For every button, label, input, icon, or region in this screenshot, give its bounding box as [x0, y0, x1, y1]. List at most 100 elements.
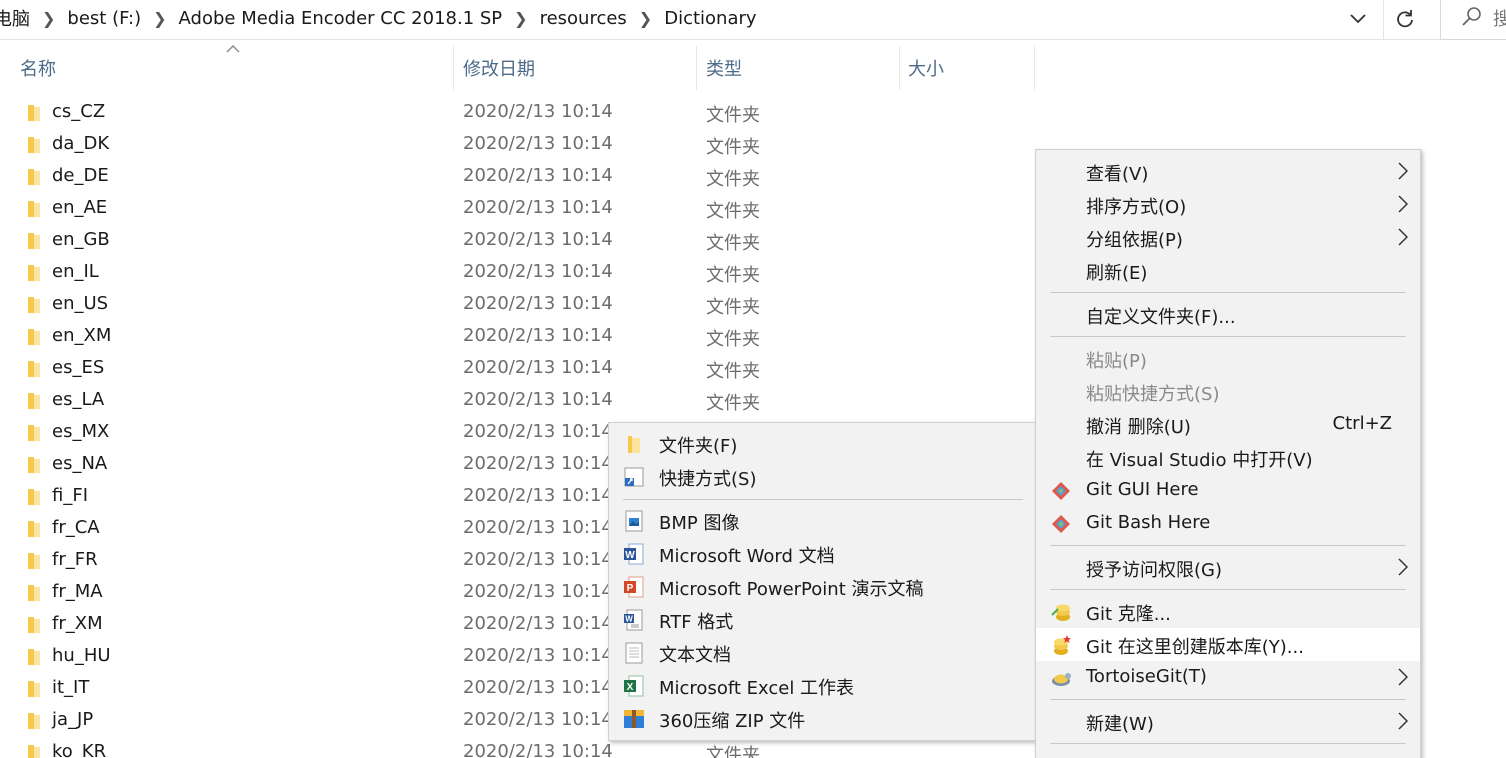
- column-divider[interactable]: [696, 46, 697, 90]
- new-powerpoint-item[interactable]: P Microsoft PowerPoint 演示文稿: [609, 570, 1037, 603]
- file-name: fr_XM: [52, 613, 103, 634]
- menu-item-refresh[interactable]: 刷新(E): [1036, 254, 1420, 287]
- search-icon: [1462, 7, 1481, 26]
- search-input[interactable]: 搜: [1440, 0, 1506, 40]
- new-bmp-label: BMP 图像: [659, 513, 740, 534]
- new-zip-item[interactable]: 360压缩 ZIP 文件: [609, 702, 1037, 735]
- breadcrumb-folder-dictionary[interactable]: Dictionary: [660, 8, 760, 29]
- menu-item-git-gui[interactable]: Git GUI Here: [1036, 474, 1420, 507]
- menu-item-sort-label: 排序方式(O): [1086, 197, 1187, 218]
- breadcrumb-folder-ame[interactable]: Adobe Media Encoder CC 2018.1 SP: [175, 8, 507, 29]
- breadcrumb-drive[interactable]: best (F:): [63, 8, 145, 29]
- menu-item-git-clone-label: Git 克隆...: [1086, 604, 1171, 625]
- new-text-item[interactable]: 文本文档: [609, 636, 1037, 669]
- file-row[interactable]: cs_CZ 2020/2/13 10:14 文件夹: [0, 97, 1040, 129]
- menu-item-group[interactable]: 分组依据(P): [1036, 221, 1420, 254]
- column-header-type[interactable]: 类型: [706, 46, 896, 90]
- file-name: es_LA: [52, 389, 105, 410]
- file-type: 文件夹: [706, 745, 760, 758]
- chevron-right-icon: [1398, 195, 1408, 213]
- menu-item-sort[interactable]: 排序方式(O): [1036, 188, 1420, 221]
- breadcrumb-separator-icon[interactable]: ❯: [145, 9, 174, 28]
- breadcrumb-separator-icon[interactable]: ❯: [506, 9, 535, 28]
- menu-item-view[interactable]: 查看(V): [1036, 155, 1420, 188]
- menu-item-grant-access[interactable]: 授予访问权限(G): [1036, 551, 1420, 584]
- refresh-button[interactable]: [1390, 4, 1420, 34]
- file-row[interactable]: da_DK 2020/2/13 10:14 文件夹: [0, 129, 1040, 161]
- menu-item-new[interactable]: 新建(W): [1036, 705, 1420, 738]
- folder-icon: [28, 201, 40, 217]
- address-bar[interactable]: 电脑 ❯ best (F:) ❯ Adobe Media Encoder CC …: [0, 0, 1506, 40]
- column-divider[interactable]: [1034, 46, 1035, 90]
- file-date: 2020/2/13 10:14: [463, 517, 613, 538]
- bmp-image-icon: [625, 510, 643, 532]
- file-row[interactable]: es_ES 2020/2/13 10:14 文件夹: [0, 353, 1040, 385]
- file-date: 2020/2/13 10:14: [463, 677, 613, 698]
- menu-item-tortoisegit-label: TortoiseGit(T): [1086, 666, 1207, 687]
- menu-item-git-bash-label: Git Bash Here: [1086, 512, 1211, 533]
- file-date: 2020/2/13 10:14: [463, 613, 613, 634]
- new-folder-item[interactable]: 文件夹(F): [609, 427, 1037, 460]
- file-row[interactable]: de_DE 2020/2/13 10:14 文件夹: [0, 161, 1040, 193]
- file-row[interactable]: en_IL 2020/2/13 10:14 文件夹: [0, 257, 1040, 289]
- menu-item-git-clone[interactable]: Git 克隆...: [1036, 595, 1420, 628]
- menu-separator: [1050, 545, 1406, 546]
- folder-icon: [28, 553, 40, 569]
- new-shortcut-item[interactable]: 快捷方式(S): [609, 460, 1037, 493]
- column-divider[interactable]: [899, 46, 900, 90]
- folder-icon: [628, 436, 640, 453]
- file-name: es_MX: [52, 421, 110, 442]
- file-date: 2020/2/13 10:14: [463, 261, 613, 282]
- chevron-down-icon: [1350, 14, 1366, 24]
- breadcrumb-separator-icon[interactable]: ❯: [631, 9, 660, 28]
- menu-separator: [1050, 699, 1406, 700]
- breadcrumb-separator-icon[interactable]: ❯: [34, 9, 63, 28]
- new-excel-item[interactable]: X Microsoft Excel 工作表: [609, 669, 1037, 702]
- file-row[interactable]: en_AE 2020/2/13 10:14 文件夹: [0, 193, 1040, 225]
- new-word-label: Microsoft Word 文档: [659, 546, 835, 567]
- file-date: 2020/2/13 10:14: [463, 453, 613, 474]
- menu-item-tortoisegit[interactable]: TortoiseGit(T): [1036, 661, 1420, 694]
- new-rtf-item[interactable]: W RTF 格式: [609, 603, 1037, 636]
- menu-item-git-bash[interactable]: Git Bash Here: [1036, 507, 1420, 540]
- breadcrumb-this-pc[interactable]: 电脑: [0, 5, 34, 31]
- context-menu: 查看(V) 排序方式(O) 分组依据(P) 刷新(E) 自定义文件夹(F)...…: [1035, 149, 1421, 758]
- menu-item-paste-shortcut[interactable]: 粘贴快捷方式(S): [1036, 375, 1420, 408]
- column-header-date[interactable]: 修改日期: [463, 46, 693, 90]
- new-text-label: 文本文档: [659, 645, 731, 666]
- menu-separator: [1050, 292, 1406, 293]
- git-bash-icon: [1052, 515, 1070, 533]
- zip-archive-icon: [624, 710, 644, 728]
- address-history-dropdown[interactable]: [1342, 4, 1374, 34]
- menu-item-group-label: 分组依据(P): [1086, 230, 1183, 251]
- new-bmp-item[interactable]: BMP 图像: [609, 504, 1037, 537]
- menu-item-open-visual-studio[interactable]: 在 Visual Studio 中打开(V): [1036, 441, 1420, 474]
- file-name: en_AE: [52, 197, 108, 218]
- new-word-item[interactable]: W Microsoft Word 文档: [609, 537, 1037, 570]
- breadcrumb-folder-resources[interactable]: resources: [536, 8, 631, 29]
- file-row[interactable]: en_XM 2020/2/13 10:14 文件夹: [0, 321, 1040, 353]
- menu-item-paste[interactable]: 粘贴(P): [1036, 342, 1420, 375]
- folder-icon: [28, 137, 40, 153]
- column-header-size[interactable]: 大小: [908, 46, 1028, 90]
- file-date: 2020/2/13 10:14: [463, 101, 613, 122]
- file-name: fi_FI: [52, 485, 88, 506]
- folder-icon: [28, 361, 40, 377]
- column-header-name[interactable]: 名称: [20, 46, 450, 90]
- column-divider[interactable]: [453, 46, 454, 90]
- file-name: en_GB: [52, 229, 110, 250]
- git-gui-icon: [1052, 482, 1070, 500]
- menu-item-git-create-repo[interactable]: Git 在这里创建版本库(Y)...: [1036, 628, 1420, 661]
- file-date: 2020/2/13 10:14: [463, 229, 613, 250]
- git-clone-icon: [1051, 604, 1070, 621]
- menu-item-git-create-label: Git 在这里创建版本库(Y)...: [1086, 637, 1304, 658]
- file-row[interactable]: en_US 2020/2/13 10:14 文件夹: [0, 289, 1040, 321]
- file-name: en_IL: [52, 261, 99, 282]
- file-row[interactable]: es_LA 2020/2/13 10:14 文件夹: [0, 385, 1040, 417]
- menu-item-customize-folder[interactable]: 自定义文件夹(F)...: [1036, 298, 1420, 331]
- menu-item-undo-delete[interactable]: 撤消 删除(U) Ctrl+Z: [1036, 408, 1420, 441]
- folder-icon: [28, 457, 40, 473]
- git-create-repo-icon: [1054, 635, 1071, 655]
- shortcut-icon: [624, 467, 644, 487]
- file-row[interactable]: en_GB 2020/2/13 10:14 文件夹: [0, 225, 1040, 257]
